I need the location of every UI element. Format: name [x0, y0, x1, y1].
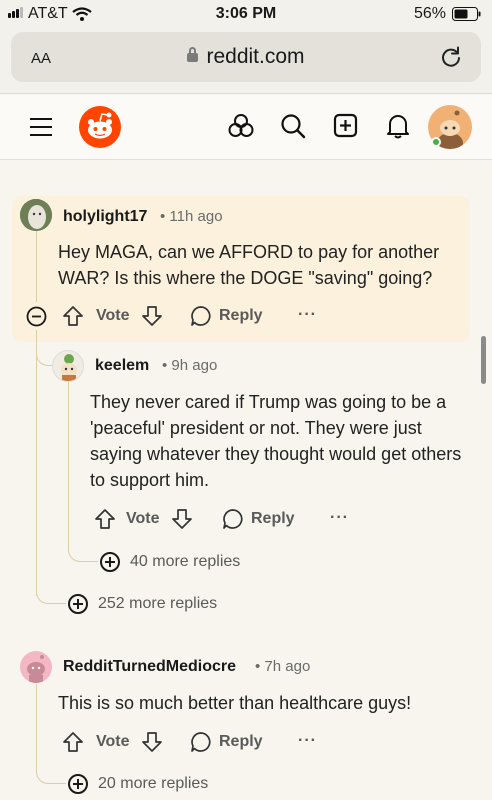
- comment-body: This is so much better than healthcare g…: [58, 693, 412, 713]
- more-replies-button[interactable]: 20 more replies: [68, 774, 208, 794]
- notifications-icon[interactable]: [386, 113, 410, 139]
- expand-icon: [68, 594, 88, 614]
- more-replies-label: 20 more replies: [98, 775, 209, 792]
- reply-button[interactable]: Reply: [190, 731, 263, 753]
- reload-icon[interactable]: [439, 45, 463, 69]
- vote-group: Vote: [94, 508, 193, 530]
- reply-button[interactable]: Reply: [222, 508, 295, 530]
- more-options-icon[interactable]: ···: [298, 732, 317, 750]
- thread-line: [36, 330, 37, 596]
- comment-author[interactable]: RedditTurnedMediocre: [63, 658, 236, 676]
- address-bar[interactable]: AA reddit.com: [11, 32, 481, 82]
- downvote-icon[interactable]: [141, 305, 163, 327]
- thread-line: [36, 684, 37, 768]
- reply-icon: [223, 509, 243, 529]
- comment-body: Hey MAGA, can we AFFORD to pay for anoth…: [58, 242, 440, 288]
- browser-toolbar: AA reddit.com: [0, 30, 492, 94]
- comment-author[interactable]: keelem: [95, 357, 149, 375]
- battery-percent: 56%: [413, 5, 446, 22]
- vote-group: Vote: [62, 305, 163, 327]
- upvote-icon[interactable]: [94, 508, 116, 530]
- create-post-icon[interactable]: [333, 113, 359, 139]
- upvote-icon[interactable]: [62, 731, 84, 753]
- thread-branch: [36, 762, 66, 784]
- upvote-icon[interactable]: [62, 305, 84, 327]
- downvote-icon[interactable]: [141, 731, 163, 753]
- thread-branch: [36, 580, 66, 604]
- avatar[interactable]: [52, 350, 84, 382]
- thread-line: [36, 230, 37, 302]
- more-replies-button[interactable]: 252 more replies: [68, 594, 217, 614]
- more-options-icon[interactable]: ···: [298, 306, 317, 324]
- avatar[interactable]: [20, 651, 52, 683]
- lock-icon: [187, 47, 199, 62]
- search-icon[interactable]: [280, 113, 306, 139]
- thread-branch: [68, 540, 98, 562]
- battery-icon: [452, 7, 481, 21]
- url-host[interactable]: reddit.com: [11, 45, 481, 69]
- battery-group: 56%: [414, 5, 482, 23]
- host-text: reddit.com: [206, 45, 305, 68]
- status-bar: AT&T 3:06 PM 56%: [0, 0, 492, 30]
- reply-icon: [191, 732, 211, 752]
- expand-icon: [100, 552, 120, 572]
- comment-age: • 11h ago: [160, 208, 223, 225]
- vote-label: Vote: [96, 733, 130, 750]
- vote-group: Vote: [62, 731, 163, 753]
- avatar[interactable]: [20, 199, 52, 231]
- reply-icon: [191, 306, 211, 326]
- collapse-icon[interactable]: [26, 306, 47, 327]
- reddit-logo[interactable]: [78, 105, 122, 149]
- comment-body: They never cared if Trump was going to b…: [90, 392, 462, 490]
- more-replies-button[interactable]: 40 more replies: [100, 552, 240, 572]
- reply-button[interactable]: Reply: [190, 305, 263, 327]
- more-replies-label: 252 more replies: [98, 595, 218, 612]
- reddit-header: [0, 95, 492, 160]
- comment-age: • 7h ago: [255, 658, 311, 675]
- reply-label: Reply: [219, 307, 263, 324]
- menu-icon[interactable]: [30, 117, 54, 137]
- online-status-icon: [431, 137, 441, 147]
- vote-label: Vote: [96, 307, 130, 324]
- thread-line: [68, 382, 69, 552]
- downvote-icon[interactable]: [171, 508, 193, 530]
- reply-label: Reply: [251, 510, 295, 527]
- expand-icon: [68, 774, 88, 794]
- comment-age: • 9h ago: [162, 357, 218, 374]
- reply-label: Reply: [219, 733, 263, 750]
- popular-icon[interactable]: [228, 113, 254, 139]
- more-options-icon[interactable]: ···: [330, 509, 349, 527]
- scrollbar[interactable]: [481, 336, 486, 384]
- more-replies-label: 40 more replies: [130, 553, 241, 570]
- comment-author[interactable]: holylight17: [63, 208, 147, 226]
- vote-label: Vote: [126, 510, 160, 527]
